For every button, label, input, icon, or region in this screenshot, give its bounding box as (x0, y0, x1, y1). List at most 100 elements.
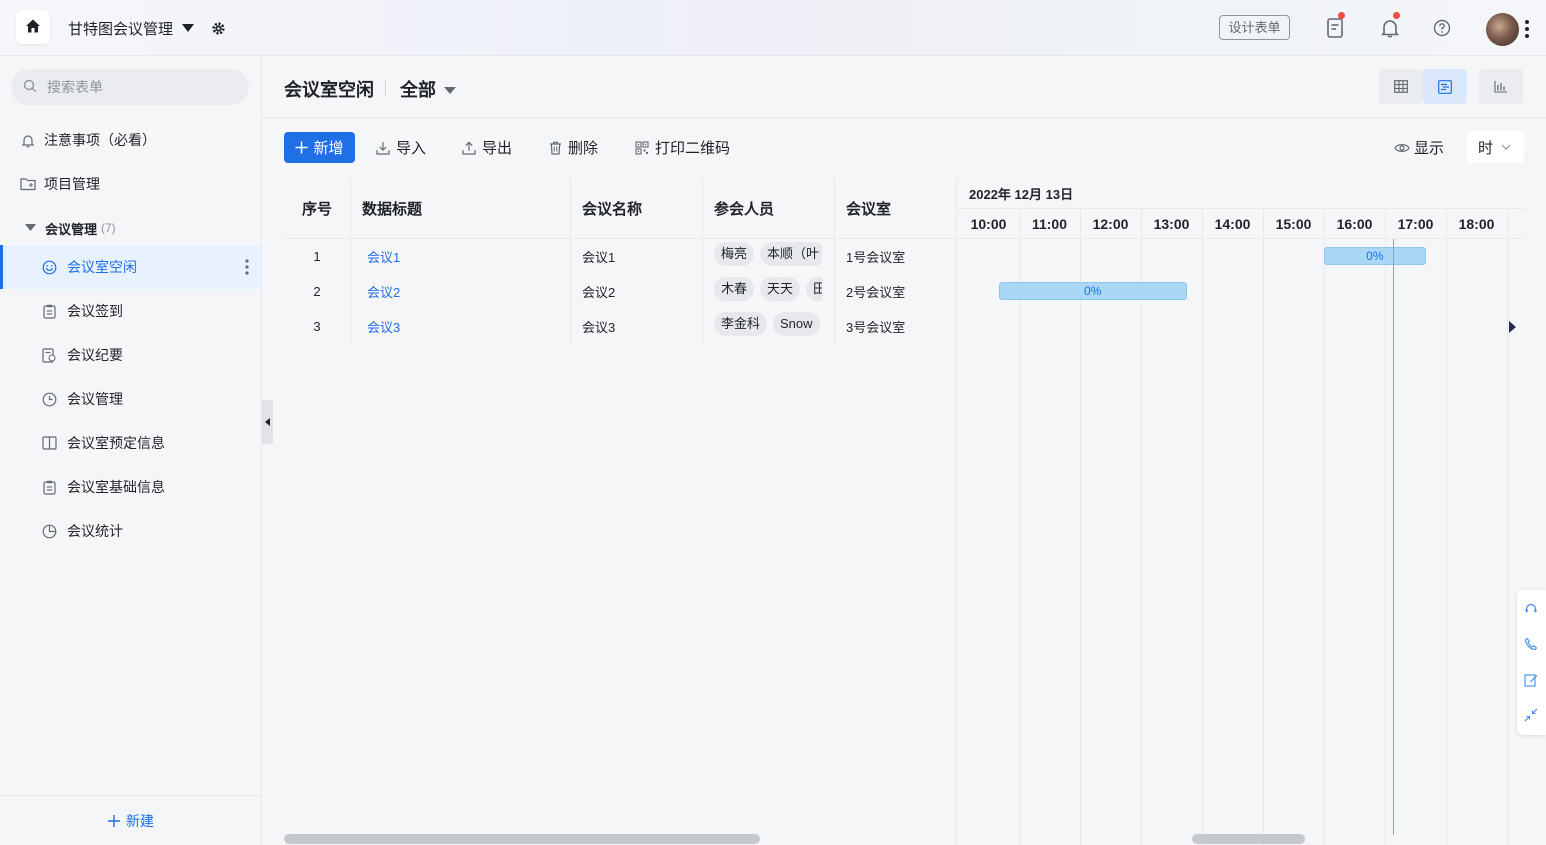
sidebar-item-label: 会议室基础信息 (67, 479, 165, 495)
sidebar-item-notice[interactable]: 注意事项（必看） (0, 118, 261, 162)
sidebar-item-room-free[interactable]: 会议室空闲 (0, 245, 261, 289)
view-selector[interactable]: 全部 (400, 76, 436, 102)
cell-no: 3 (313, 319, 321, 334)
sidebar-item-minutes[interactable]: 会议纪要 (0, 333, 261, 377)
page-title: 会议室空闲 (284, 80, 374, 100)
sidebar-item-projects[interactable]: 项目管理 (0, 162, 261, 206)
collapse-icon[interactable] (1523, 707, 1539, 723)
column-header-attendees[interactable]: 参会人员 (702, 177, 834, 239)
toolbar: 新增 导入 导出 删除 打印二维码 显示 时 (263, 118, 1546, 176)
trash-icon (549, 141, 562, 155)
gantt-hour-label: 16:00 (1336, 216, 1373, 232)
column-header-no[interactable]: 序号 (284, 177, 350, 239)
print-qr-button[interactable]: 打印二维码 (635, 132, 730, 163)
upload-icon (462, 141, 476, 155)
print-qr-label: 打印二维码 (655, 140, 731, 157)
gantt-bar[interactable]: 0% (998, 282, 1187, 300)
help-icon[interactable] (1430, 16, 1454, 40)
cell-title-link[interactable]: 会议2 (350, 274, 570, 309)
sidebar-item-label: 项目管理 (44, 176, 100, 192)
table-horizontal-scrollbar[interactable] (284, 834, 760, 844)
avatar[interactable] (1486, 13, 1519, 46)
cell-attendees: 李金科 Snow (702, 309, 822, 344)
chart-view-button[interactable] (1479, 69, 1523, 104)
current-time-line (1393, 239, 1394, 835)
gantt-hour-label: 14:00 (1214, 216, 1251, 232)
column-header-title[interactable]: 数据标题 (350, 177, 570, 239)
gantt-view-button[interactable] (1423, 69, 1467, 104)
cell-meeting: 会议1 (582, 250, 616, 265)
import-button[interactable]: 导入 (376, 132, 426, 163)
cell-meeting: 会议3 (582, 320, 616, 335)
table-row[interactable]: 3 会议3 会议3 李金科 Snow 3号会议室 (284, 309, 955, 344)
gantt-bar[interactable]: 0% (1324, 247, 1426, 265)
sidebar-item-room-info[interactable]: 会议室基础信息 (0, 465, 261, 509)
gantt-gridline (1385, 209, 1386, 239)
design-form-button[interactable]: 设计表单 (1219, 15, 1290, 40)
column-header-room[interactable]: 会议室 (834, 177, 955, 239)
sidebar-item-label: 注意事项（必看） (44, 132, 156, 148)
table-row[interactable]: 1 会议1 会议1 梅亮 本顺（叶 1号会议室 (284, 239, 955, 274)
pie-chart-icon (41, 523, 57, 539)
attendee-tag: 木春 (714, 277, 755, 301)
gantt-date: 2022年 12月 13日 (969, 187, 1074, 202)
sidebar-item-label: 会议纪要 (67, 347, 123, 363)
sidebar-item-signin[interactable]: 会议签到 (0, 289, 261, 333)
time-unit-select[interactable]: 时 (1467, 131, 1524, 163)
gantt-gridline (1080, 209, 1081, 239)
caret-right-icon[interactable] (1509, 321, 1516, 333)
folder-icon (20, 176, 36, 192)
export-label: 导出 (482, 140, 513, 157)
sidebar-item-reservations[interactable]: 会议室预定信息 (0, 421, 261, 465)
sidebar-item-label: 会议管理 (67, 391, 123, 407)
search-box[interactable] (11, 69, 249, 105)
gantt-hour-label: 1 (1507, 209, 1524, 239)
new-form-button[interactable]: 新建 (0, 795, 261, 845)
bell-icon (20, 132, 36, 148)
export-button[interactable]: 导出 (462, 132, 512, 163)
gantt-gridline (1324, 209, 1325, 239)
gantt-gridline (1263, 239, 1264, 845)
column-header-meeting[interactable]: 会议名称 (570, 177, 702, 239)
gantt-gridline (1019, 209, 1020, 239)
delete-button[interactable]: 删除 (549, 132, 598, 163)
sidebar-item-statistics[interactable]: 会议统计 (0, 509, 261, 553)
caret-down-icon[interactable] (444, 82, 456, 98)
home-button[interactable] (16, 10, 50, 44)
cell-room: 3号会议室 (846, 320, 906, 335)
display-button[interactable]: 显示 (1394, 132, 1444, 163)
table-icon (1394, 80, 1408, 93)
home-icon (25, 18, 41, 37)
search-input[interactable] (47, 79, 227, 95)
app-title[interactable]: 甘特图会议管理 (68, 18, 173, 39)
more-icon[interactable] (245, 259, 249, 275)
sidebar-group-meetings[interactable]: 会议管理 (7) (0, 206, 116, 250)
import-label: 导入 (396, 140, 427, 157)
caret-left-icon (265, 418, 270, 426)
sidebar-item-meeting-manage[interactable]: 会议管理 (0, 377, 261, 421)
phone-icon[interactable] (1523, 636, 1539, 652)
cell-title-link[interactable]: 会议3 (350, 309, 570, 344)
cell-title-link[interactable]: 会议1 (350, 239, 570, 274)
table-view-button[interactable] (1379, 69, 1423, 104)
more-icon[interactable] (1524, 18, 1530, 40)
gantt-gridline (1263, 209, 1264, 239)
task-list-icon[interactable] (1323, 16, 1347, 40)
gantt-gridline (1446, 239, 1447, 845)
gantt-horizontal-scrollbar[interactable] (1192, 834, 1305, 844)
gear-icon[interactable] (211, 21, 226, 39)
caret-down-icon[interactable] (182, 20, 194, 36)
gantt-gridline (1141, 239, 1142, 845)
support-icon[interactable] (1523, 601, 1539, 617)
gantt-gridline (1507, 209, 1508, 239)
table-row[interactable]: 2 会议2 会议2 木春 天天 田 2号会议室 (284, 274, 955, 309)
columns-icon (41, 435, 57, 451)
gantt-gridline (1141, 209, 1142, 239)
cell-no: 2 (313, 284, 321, 299)
bell-icon[interactable] (1378, 16, 1402, 40)
gantt-hour-label: 10:00 (970, 216, 1007, 232)
edit-icon[interactable] (1523, 672, 1539, 688)
add-button[interactable]: 新增 (284, 132, 355, 163)
floating-toolbar (1517, 590, 1546, 735)
sidebar-collapse-toggle[interactable] (262, 400, 273, 444)
